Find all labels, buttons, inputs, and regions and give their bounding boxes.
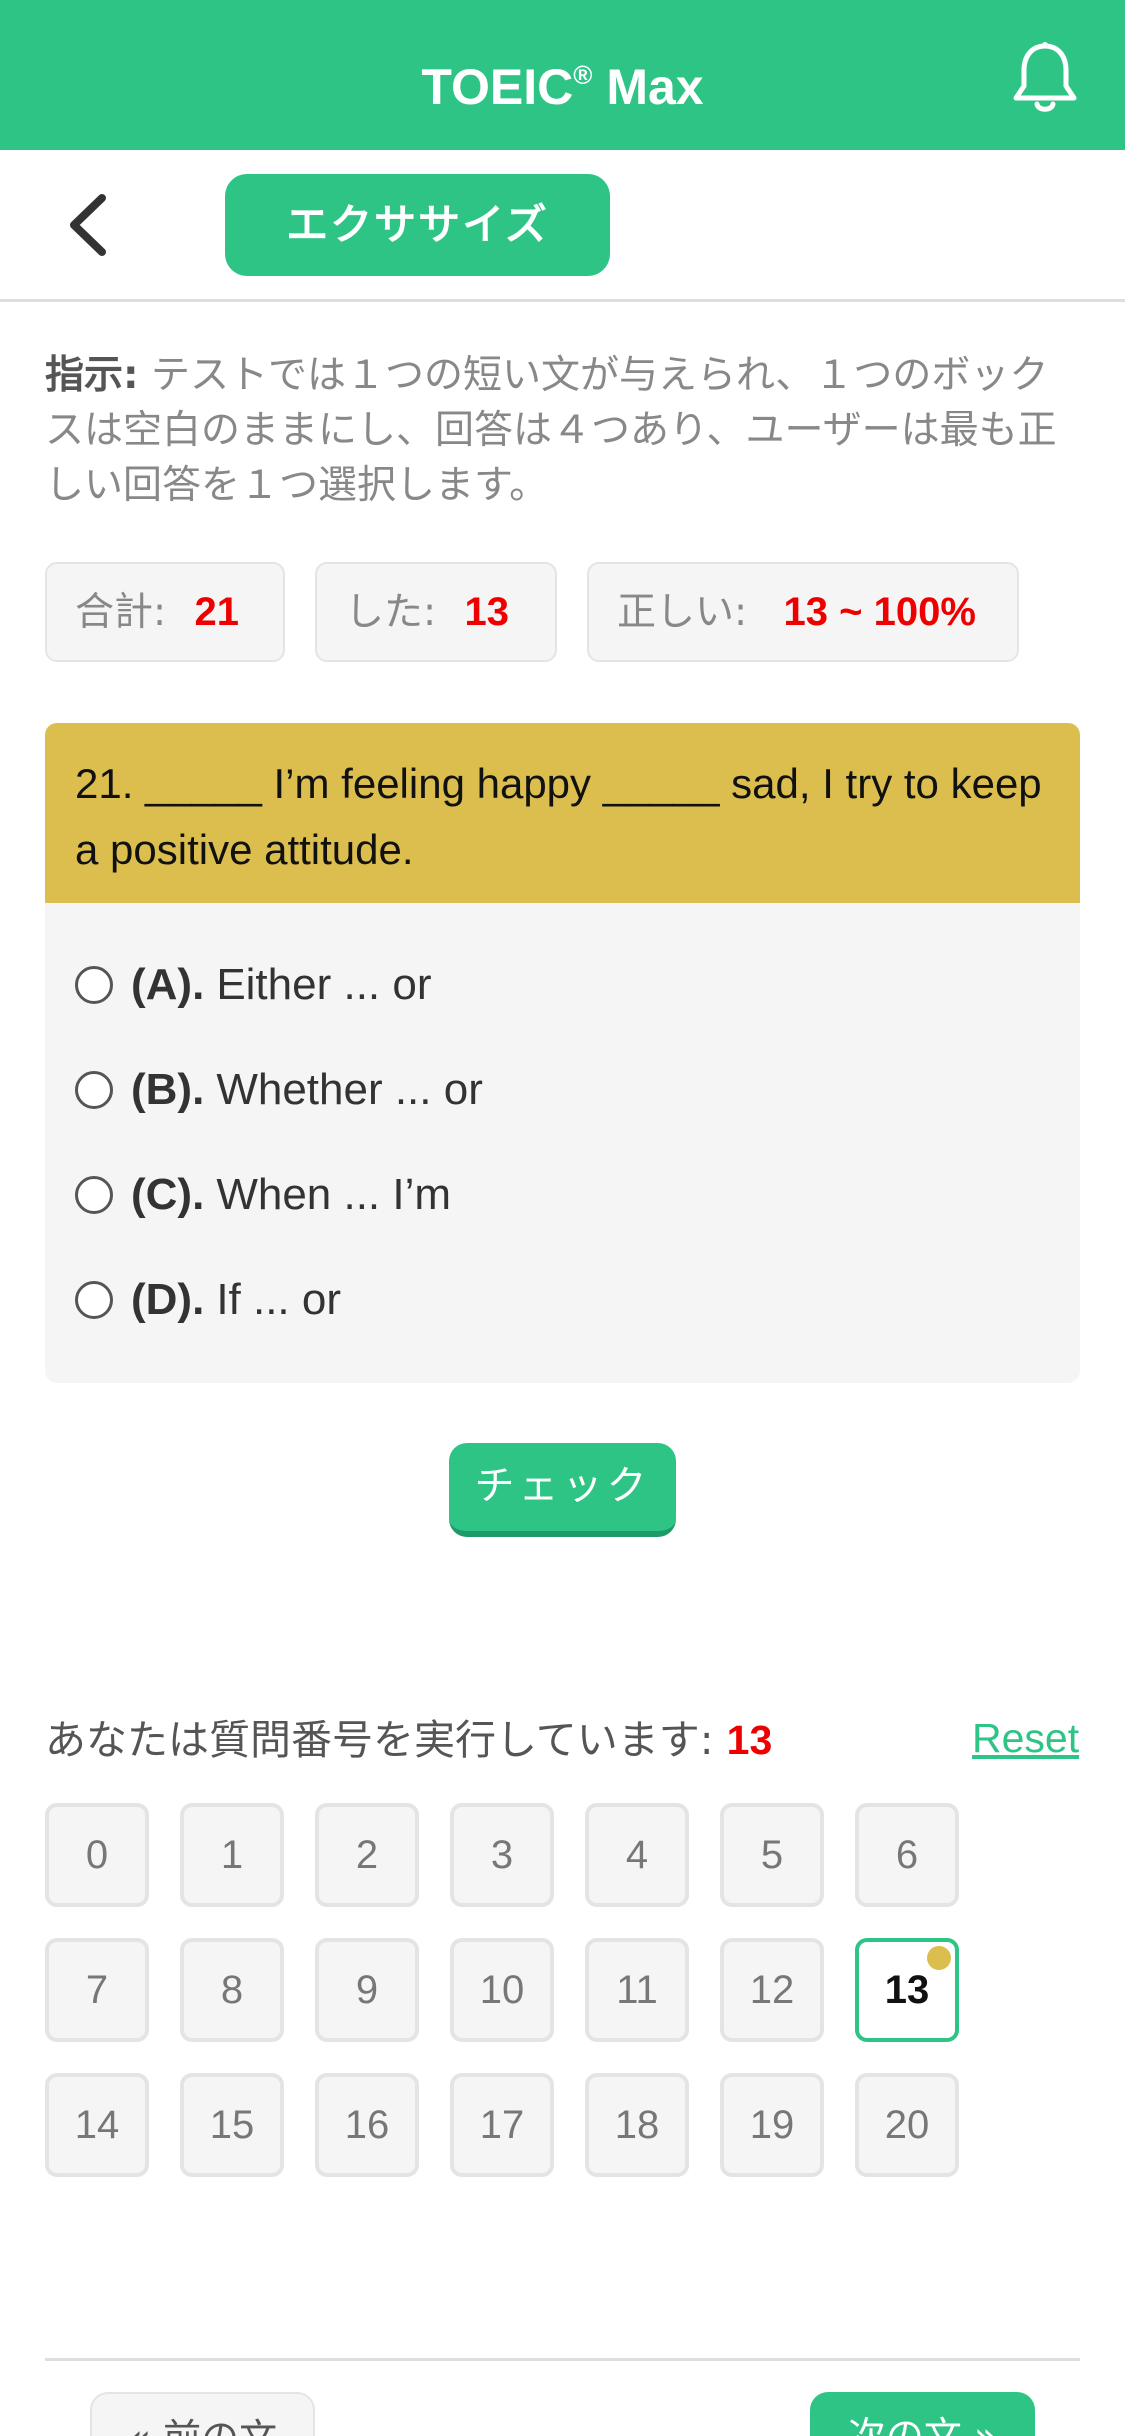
- footer-divider: [45, 2358, 1080, 2361]
- question-number-button[interactable]: 16: [315, 2073, 419, 2177]
- question-number-button[interactable]: 3: [450, 1803, 554, 1907]
- question-number-button[interactable]: 12: [720, 1938, 824, 2042]
- option-label: If ... or: [216, 1275, 342, 1324]
- tab-exercise[interactable]: エクササイズ: [225, 174, 610, 276]
- reset-link[interactable]: Reset: [972, 1713, 1079, 1763]
- question-number-button[interactable]: 5: [720, 1803, 824, 1907]
- question-number-grid: 0 1 2 3 4 5 6 7 8 9 10 11 12 13 14 15 16…: [45, 1803, 1080, 2183]
- instructions-text: テストでは１つの短い文が与えられ、１つのボックスは空白のままにし、回答は４つあり…: [45, 353, 1057, 508]
- instructions: 指示: テストでは１つの短い文が与えられ、１つのボックスは空白のままにし、回答は…: [45, 348, 1080, 513]
- radio-button[interactable]: [75, 1071, 113, 1109]
- question-number-button[interactable]: 1: [180, 1803, 284, 1907]
- option-label: Whether ... or: [216, 1065, 483, 1114]
- option-letter: (D).: [131, 1275, 205, 1324]
- app-title-text: TOEIC: [421, 59, 574, 115]
- question-number-button[interactable]: 11: [585, 1938, 689, 2042]
- current-marker-dot: [927, 1946, 951, 1970]
- app-title: TOEIC® Max: [0, 0, 1125, 150]
- question-number-button[interactable]: 10: [450, 1938, 554, 2042]
- stat-correct-value: 13 ~ 100%: [783, 590, 976, 634]
- question-number-button[interactable]: 19: [720, 2073, 824, 2177]
- question-number-button[interactable]: 4: [585, 1803, 689, 1907]
- radio-button[interactable]: [75, 1281, 113, 1319]
- registered-mark: ®: [573, 60, 593, 90]
- current-question-label: あなたは質問番号を実行しています:: [45, 1716, 714, 1764]
- question-number-button[interactable]: 9: [315, 1938, 419, 2042]
- option-letter: (A).: [131, 960, 205, 1009]
- question-number-button[interactable]: 15: [180, 2073, 284, 2177]
- question-number-label: 13: [884, 1968, 930, 2012]
- current-question-number: 13: [726, 1717, 773, 1763]
- chevron-left-icon[interactable]: [60, 192, 120, 258]
- question-number-button[interactable]: 17: [450, 2073, 554, 2177]
- option-letter: (B).: [131, 1065, 205, 1114]
- radio-button[interactable]: [75, 1176, 113, 1214]
- question-number-button[interactable]: 0: [45, 1803, 149, 1907]
- stat-total-label: 合計:: [75, 590, 167, 635]
- question-number-button[interactable]: 20: [855, 2073, 959, 2177]
- app-title-suffix: Max: [592, 59, 704, 115]
- question-number-button[interactable]: 14: [45, 2073, 149, 2177]
- option-label: Either ... or: [216, 960, 432, 1009]
- option-label: When ... I’m: [216, 1170, 452, 1219]
- previous-sentence-button[interactable]: « 前の文: [90, 2392, 315, 2436]
- question-number-button[interactable]: 6: [855, 1803, 959, 1907]
- check-button[interactable]: チェック: [449, 1443, 676, 1537]
- option-letter: (C).: [131, 1170, 205, 1219]
- sub-navigation-bar: エクササイズ: [0, 150, 1125, 302]
- question-card: 21. _____ I’m feeling happy _____ sad, I…: [45, 723, 1080, 1383]
- app-header: TOEIC® Max: [0, 0, 1125, 150]
- question-number-button[interactable]: 2: [315, 1803, 419, 1907]
- stat-done: した: 13: [315, 562, 557, 662]
- stat-total: 合計: 21: [45, 562, 285, 662]
- stat-total-value: 21: [194, 590, 240, 634]
- stat-done-value: 13: [464, 590, 510, 634]
- stat-correct-label: 正しい:: [617, 590, 748, 635]
- question-number-button[interactable]: 8: [180, 1938, 284, 2042]
- stat-done-label: した:: [345, 590, 437, 635]
- bell-icon[interactable]: [1010, 40, 1080, 116]
- stat-correct: 正しい: 13 ~ 100%: [587, 562, 1019, 662]
- question-number-button-current[interactable]: 13: [855, 1938, 959, 2042]
- current-question-indicator: あなたは質問番号を実行しています: 13: [45, 1715, 772, 1765]
- instructions-label: 指示:: [45, 353, 139, 398]
- radio-button[interactable]: [75, 966, 113, 1004]
- question-number-button[interactable]: 7: [45, 1938, 149, 2042]
- question-number-button[interactable]: 18: [585, 2073, 689, 2177]
- next-sentence-button[interactable]: 次の文 »: [810, 2392, 1035, 2436]
- question-text: 21. _____ I’m feeling happy _____ sad, I…: [45, 723, 1080, 903]
